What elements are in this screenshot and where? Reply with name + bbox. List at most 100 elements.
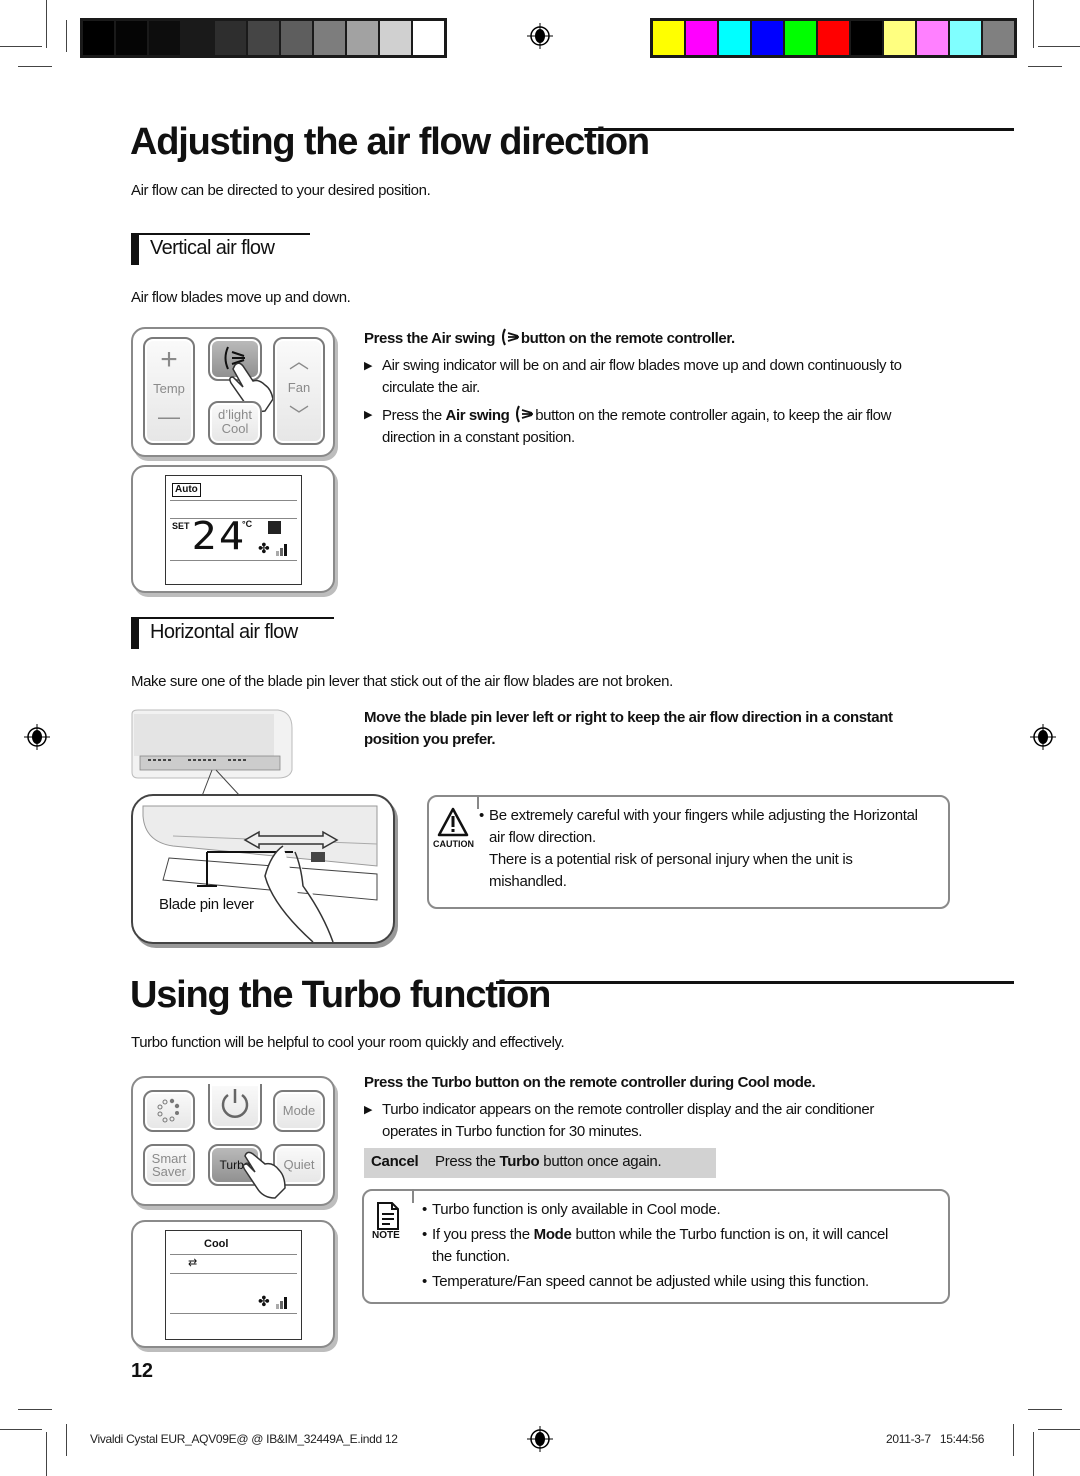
- subheading-label: Vertical air flow: [150, 237, 275, 259]
- power-button[interactable]: [208, 1084, 262, 1130]
- registration-mark-icon: [527, 1426, 553, 1452]
- color-swatch: [314, 21, 345, 55]
- lcd-divider: [170, 1273, 297, 1274]
- color-swatch: [653, 21, 684, 55]
- air-swing-indicator-icon: [268, 521, 281, 534]
- crop-mark: [1033, 1432, 1034, 1476]
- fan-down-icon: ﹀: [289, 405, 309, 427]
- caution-box: CAUTION • Be extremely careful with your…: [427, 795, 950, 909]
- turbo-indicator-icon: ⇄: [188, 1257, 198, 1269]
- note-label: NOTE: [372, 1230, 400, 1241]
- crop-mark: [1028, 1409, 1062, 1410]
- dlight-label: d’light: [218, 407, 252, 422]
- page-number: 12: [131, 1360, 153, 1382]
- color-swatch: [719, 21, 750, 55]
- fan-button[interactable]: ︿ Fan ﹀: [273, 337, 325, 445]
- color-calibration-bar: [650, 18, 1017, 58]
- bullet-arrow-icon: ▶: [364, 409, 373, 421]
- lcd-divider: [170, 560, 297, 561]
- title-rule: [584, 128, 1014, 131]
- fan-speed-bars: [276, 1297, 287, 1309]
- color-swatch: [818, 21, 849, 55]
- cancel-instruction: Cancel Press the Turbo button once again…: [364, 1148, 716, 1178]
- color-swatch: [182, 21, 213, 55]
- crop-mark: [1038, 1429, 1080, 1430]
- temp-button[interactable]: + Temp —: [143, 337, 195, 445]
- blade-pin-lever-illustration: [142, 805, 378, 942]
- caution-label: CAUTION: [433, 839, 474, 849]
- smart-saver-button[interactable]: Smart Saver: [143, 1144, 195, 1186]
- box-tick: [412, 1189, 414, 1203]
- color-swatch: [149, 21, 180, 55]
- fan-up-icon: ︿: [289, 351, 309, 373]
- turbo-instruction: Press the Turbo button on the remote con…: [364, 1074, 816, 1091]
- heading-bar: [131, 233, 139, 265]
- color-swatch: [248, 21, 279, 55]
- air-conditioner-unit-illustration: [131, 709, 293, 797]
- color-swatch: [215, 21, 246, 55]
- note-item: • If you press the Mode button while the …: [422, 1226, 889, 1265]
- crop-mark: [1038, 46, 1080, 47]
- color-swatch: [950, 21, 981, 55]
- color-swatch: [83, 21, 114, 55]
- bullet-arrow-icon: ▶: [364, 1104, 373, 1116]
- color-swatch: [413, 21, 444, 55]
- horizontal-instruction: Move the blade pin lever left or right t…: [364, 709, 893, 748]
- registration-mark-icon: [24, 724, 50, 750]
- lcd-display: Auto SET 24 °C ✤: [165, 475, 302, 585]
- note-document-icon: [377, 1202, 399, 1230]
- title-rule: [496, 981, 1014, 984]
- fan-icon: ✤: [258, 1293, 270, 1309]
- crop-mark: [1033, 0, 1034, 48]
- caution-warning-icon: [437, 807, 469, 837]
- dlight-cool-button[interactable]: d’light Cool: [208, 401, 262, 445]
- note-item: • Temperature/Fan speed cannot be adjuste…: [422, 1273, 869, 1290]
- note-list: • Turbo function is only available in Coo…: [422, 1199, 942, 1293]
- note-item: • Turbo function is only available in Coo…: [422, 1201, 721, 1218]
- section-title-turbo: Using the Turbo function: [130, 974, 551, 1016]
- mode-indicator: Auto: [172, 483, 201, 497]
- blade-pin-lever-detail: Blade pin lever: [131, 794, 395, 944]
- color-swatch: [281, 21, 312, 55]
- bullet-arrow-icon: ▶: [364, 360, 373, 372]
- crop-mark: [18, 66, 52, 67]
- note-box: NOTE • Turbo function is only available i…: [362, 1189, 950, 1304]
- air-swing-icon: [501, 328, 519, 346]
- set-label: SET: [172, 521, 190, 531]
- caution-text: • Be extremely careful with your fingers…: [479, 807, 918, 890]
- color-swatch: [380, 21, 411, 55]
- mode-button[interactable]: Mode: [273, 1090, 325, 1132]
- cancel-text: Press the Turbo button once again.: [435, 1153, 662, 1170]
- section-intro: Air flow can be directed to your desired…: [131, 182, 431, 199]
- air-swing-icon: [516, 405, 534, 423]
- remote-controller-buttons: Mode Smart Saver Turbo Quiet: [131, 1076, 335, 1206]
- temp-label: Temp: [153, 381, 185, 396]
- fan-speed-bars: [276, 544, 287, 556]
- section-title-air-flow: Adjusting the air flow direction: [130, 121, 650, 163]
- crop-mark: [66, 1424, 67, 1456]
- temperature-unit: °C: [242, 519, 253, 529]
- lcd-divider: [170, 500, 297, 501]
- horizontal-intro: Make sure one of the blade pin lever tha…: [131, 673, 673, 690]
- color-swatch: [884, 21, 915, 55]
- turbo-intro: Turbo function will be helpful to cool y…: [131, 1034, 565, 1051]
- options-button[interactable]: [143, 1090, 195, 1132]
- power-icon: [221, 1089, 249, 1118]
- color-swatch: [752, 21, 783, 55]
- heading-bar: [131, 617, 139, 649]
- crop-mark: [18, 1409, 52, 1410]
- temp-minus-icon: —: [158, 404, 180, 429]
- crop-mark: [1028, 66, 1062, 67]
- vertical-intro: Air flow blades move up and down.: [131, 289, 351, 306]
- lcd-display: Cool ⇄ ✤: [165, 1230, 302, 1340]
- color-swatch: [851, 21, 882, 55]
- set-temperature: 24: [191, 514, 247, 558]
- crop-mark: [66, 20, 67, 52]
- color-swatch: [116, 21, 147, 55]
- cancel-label: Cancel: [371, 1153, 419, 1170]
- lcd-divider: [170, 1313, 297, 1314]
- color-swatch: [347, 21, 378, 55]
- registration-mark-icon: [1030, 724, 1056, 750]
- crop-mark: [0, 1429, 42, 1430]
- remote-display-panel: Auto SET 24 °C ✤: [131, 465, 335, 593]
